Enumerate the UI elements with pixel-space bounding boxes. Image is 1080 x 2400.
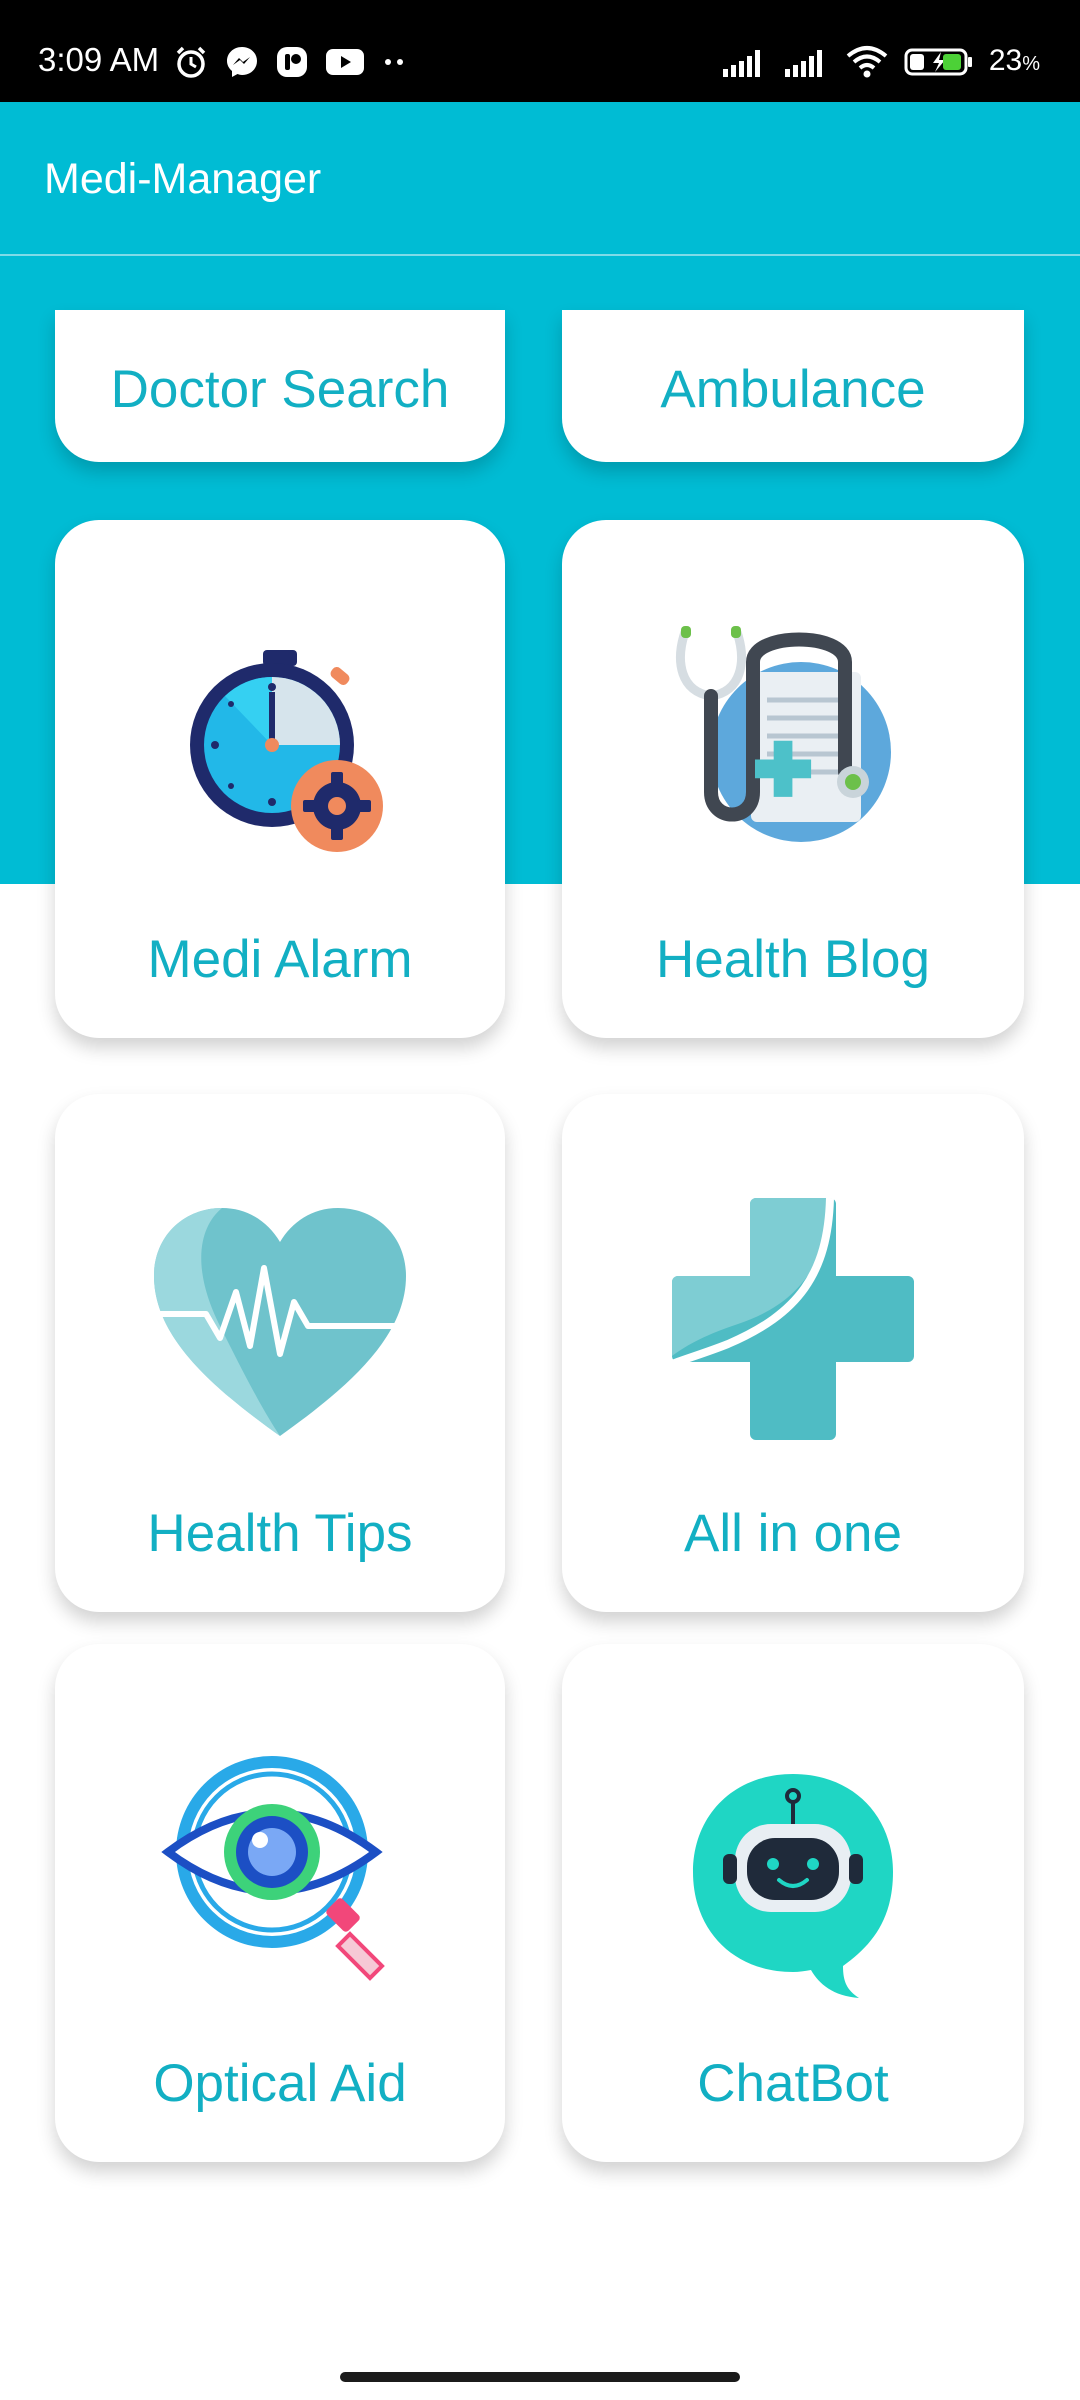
system-icons: 23% bbox=[721, 42, 1040, 82]
card-label: Health Tips bbox=[147, 1504, 413, 1563]
eye-magnifier-icon bbox=[161, 1756, 385, 1981]
home-indicator[interactable] bbox=[340, 2372, 740, 2382]
heart-pulse-icon bbox=[152, 1208, 408, 1436]
alarm-icon bbox=[176, 46, 206, 78]
status-time: 3:09 AM bbox=[38, 41, 160, 78]
all-in-one-card[interactable]: All in one bbox=[562, 1094, 1024, 1612]
battery-percent: 23% bbox=[988, 43, 1040, 77]
battery-charging-icon bbox=[904, 48, 972, 76]
health-blog-card[interactable]: Health Blog bbox=[562, 520, 1024, 1038]
stopwatch-gear-icon bbox=[190, 650, 383, 852]
ambulance-card[interactable]: Ambulance bbox=[562, 310, 1024, 462]
card-label: Medi Alarm bbox=[147, 930, 413, 989]
medi-alarm-card[interactable]: Medi Alarm bbox=[55, 520, 505, 1038]
app-title: Medi-Manager bbox=[44, 155, 322, 203]
youtube-icon bbox=[326, 49, 364, 75]
signal-icon bbox=[722, 50, 760, 77]
card-label: Health Blog bbox=[655, 930, 930, 989]
medical-cross-icon bbox=[670, 1197, 914, 1440]
card-label: All in one bbox=[683, 1504, 903, 1563]
doctor-search-card[interactable]: Doctor Search bbox=[55, 310, 505, 462]
more-dots-icon bbox=[385, 59, 403, 65]
optical-aid-card[interactable]: Optical Aid bbox=[55, 1644, 505, 2162]
stethoscope-document-icon bbox=[676, 626, 891, 842]
robot-chat-icon bbox=[693, 1774, 893, 1998]
card-label: Ambulance bbox=[660, 360, 926, 419]
card-label: Doctor Search bbox=[110, 360, 450, 419]
notification-icons bbox=[172, 42, 410, 82]
health-tips-card[interactable]: Health Tips bbox=[55, 1094, 505, 1612]
signal-icon bbox=[784, 50, 822, 77]
card-label: Optical Aid bbox=[153, 2054, 407, 2113]
messenger-icon bbox=[227, 47, 257, 77]
app-icon bbox=[277, 47, 307, 77]
app-bar: Medi-Manager bbox=[0, 102, 1080, 256]
card-label: ChatBot bbox=[697, 2054, 889, 2113]
status-bar: 3:09 AM 23% bbox=[0, 0, 1080, 102]
chatbot-card[interactable]: ChatBot bbox=[562, 1644, 1024, 2162]
wifi-icon bbox=[846, 46, 888, 78]
